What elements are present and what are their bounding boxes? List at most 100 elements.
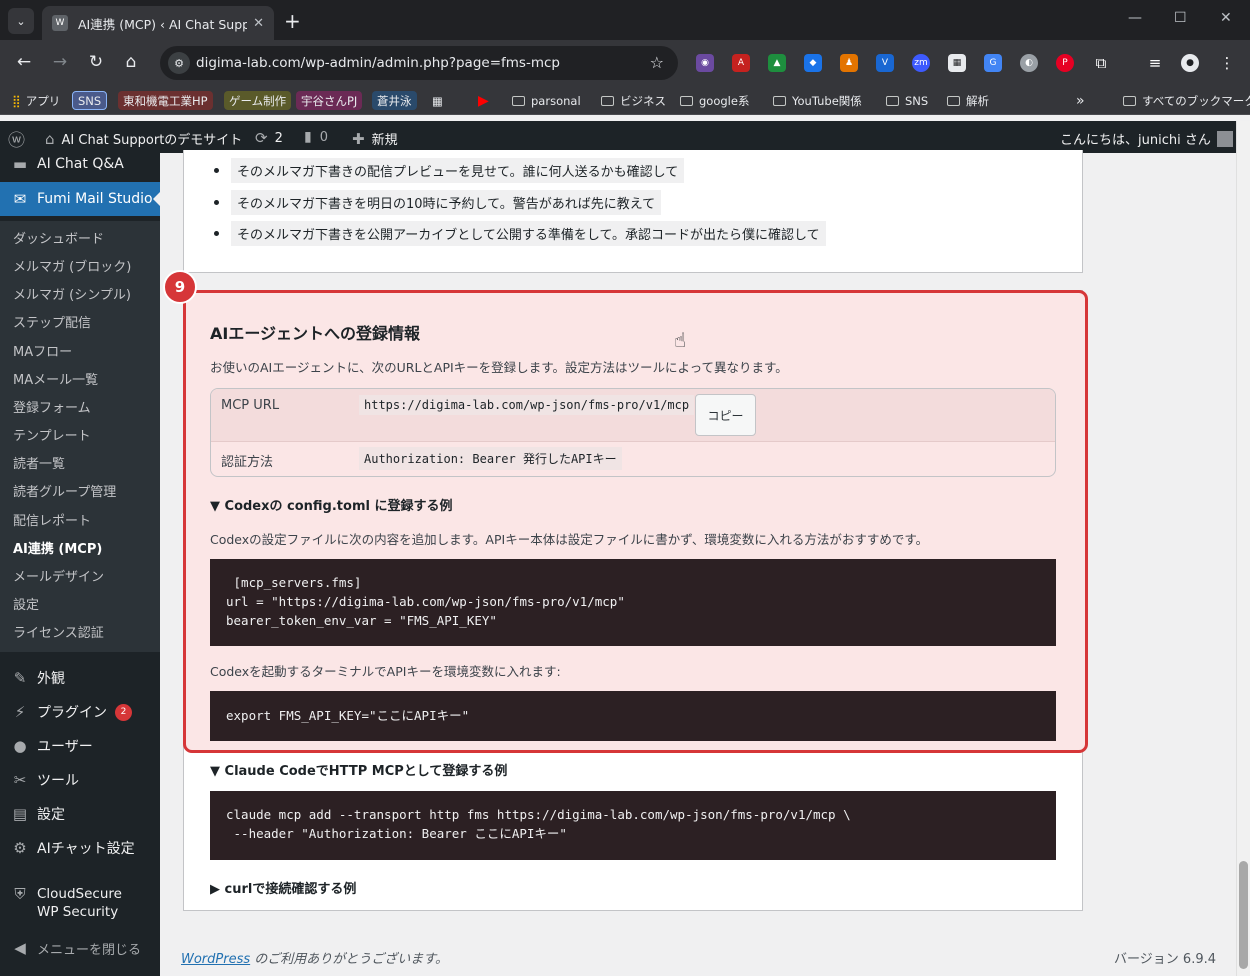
qr-extension-icon[interactable]: ▦ <box>948 54 966 72</box>
media-control-icon[interactable]: ≡ <box>1146 54 1164 72</box>
profile-avatar[interactable]: ● <box>1181 54 1199 72</box>
updates-count: 2 <box>274 130 283 146</box>
pdf-extension-icon[interactable]: A <box>732 54 750 72</box>
reload-icon[interactable]: ↻ <box>85 52 107 72</box>
bookmark-sns[interactable]: SNS <box>72 91 108 110</box>
account-menu[interactable]: こんにちは、junichi さん <box>1060 129 1233 148</box>
bookmark-folder[interactable]: parsonal <box>512 91 581 110</box>
sidebar-item-settings[interactable]: ▤ 設定 <box>0 797 160 831</box>
bookmark-utani[interactable]: 宇谷さんPJ <box>296 91 363 110</box>
collapse-menu-button[interactable]: ◀ メニューを閉じる <box>0 931 160 965</box>
youtube-icon[interactable]: ▶ <box>478 91 489 110</box>
minimize-icon[interactable]: — <box>1128 10 1142 26</box>
sidebar-item-tools[interactable]: ✂ ツール <box>0 763 160 797</box>
bookmark-aoi[interactable]: 蒼井泳 <box>372 91 417 110</box>
gear-icon: ⚙ <box>13 839 27 857</box>
submenu-signup-form[interactable]: 登録フォーム <box>13 397 91 416</box>
comments-link[interactable]: ▮ 0 <box>304 129 328 145</box>
wrench-icon: ✂ <box>13 771 27 789</box>
bookmark-folder[interactable]: 解析 <box>947 91 989 110</box>
tab-search-icon[interactable]: ⌄ <box>8 8 34 34</box>
submenu-mail-design[interactable]: メールデザイン <box>13 566 104 585</box>
sidebar-item-appearance[interactable]: ✎ 外観 <box>0 661 160 695</box>
mail-icon: ✉ <box>13 190 27 208</box>
site-name-link[interactable]: ⌂ AI Chat Supportのデモサイト <box>45 129 242 149</box>
all-bookmarks-folder[interactable]: すべてのブックマーク <box>1123 91 1250 110</box>
submenu-newsletter-simple[interactable]: メルマガ (シンプル) <box>13 284 131 303</box>
browser-tab-active[interactable]: W AI連携 (MCP) ‹ AI Chat Support のデモサイト ✕ <box>42 6 274 40</box>
codex-example-toggle[interactable]: ▼ Codexの config.toml に登録する例 <box>210 495 452 514</box>
extension-icon[interactable]: ◉ <box>696 54 714 72</box>
submenu-ma-mail-list[interactable]: MAメール一覧 <box>13 369 98 388</box>
address-url[interactable]: digima-lab.com/wp-admin/admin.php?page=f… <box>196 55 560 71</box>
bookmark-apps[interactable]: ⣿ アプリ <box>12 91 60 110</box>
submenu-templates[interactable]: テンプレート <box>13 425 91 444</box>
footer-version: バージョン 6.9.4 <box>1114 952 1216 967</box>
submenu-step-delivery[interactable]: ステップ配信 <box>13 312 91 331</box>
sidebar-item-cloudsecure[interactable]: ⛨ CloudSecure WP Security <box>0 879 160 923</box>
chrome-menu-icon[interactable]: ⋮ <box>1218 54 1236 72</box>
submenu-dashboard[interactable]: ダッシュボード <box>13 228 104 247</box>
sidebar-item-label: 外観 <box>37 671 65 687</box>
forward-icon[interactable]: → <box>49 52 71 72</box>
bookmark-star-icon[interactable]: ☆ <box>650 53 664 72</box>
submenu-delivery-report[interactable]: 配信レポート <box>13 510 91 529</box>
page-scrollbar[interactable] <box>1236 121 1250 976</box>
updates-link[interactable]: ⟳ 2 <box>255 129 283 147</box>
submenu-ai-mcp[interactable]: AI連携 (MCP) <box>13 538 102 557</box>
translate-extension-icon[interactable]: G <box>984 54 1002 72</box>
sidebar-item-label: ユーザー <box>37 739 93 755</box>
wordpress-link[interactable]: WordPress <box>181 952 250 967</box>
folder-icon <box>947 95 960 106</box>
folder-label: すべてのブックマーク <box>1142 93 1250 108</box>
folder-icon <box>1123 95 1136 106</box>
sidebar-item-users[interactable]: ● ユーザー <box>0 729 160 763</box>
drive-extension-icon[interactable]: ▲ <box>768 54 786 72</box>
submenu-newsletter-block[interactable]: メルマガ (ブロック) <box>13 256 131 275</box>
submenu-subscribers[interactable]: 読者一覧 <box>13 453 65 472</box>
copy-button[interactable]: コピー <box>695 394 756 436</box>
window-close-icon[interactable]: ✕ <box>1220 10 1232 26</box>
zm-extension-icon[interactable]: zm <box>912 54 930 72</box>
tag-extension-icon[interactable]: ◆ <box>804 54 822 72</box>
submenu-license[interactable]: ライセンス認証 <box>13 622 104 641</box>
bookmark-game[interactable]: ゲーム制作 <box>224 91 292 110</box>
tab-close-icon[interactable]: ✕ <box>253 16 264 31</box>
submenu-subscriber-groups[interactable]: 読者グループ管理 <box>13 481 116 500</box>
site-info-icon[interactable]: ⚙ <box>168 52 190 74</box>
v-extension-icon[interactable]: V <box>876 54 894 72</box>
home-icon[interactable]: ⌂ <box>120 52 142 72</box>
claude-command-code: claude mcp add --transport http fms http… <box>210 791 1056 860</box>
new-tab-icon[interactable]: + <box>284 9 301 33</box>
bookmark-folder[interactable]: google系 <box>680 91 749 110</box>
auth-method-value: Authorization: Bearer 発行したAPIキー <box>359 447 622 470</box>
pinterest-extension-icon[interactable]: P <box>1056 54 1074 72</box>
maximize-icon[interactable]: ☐ <box>1174 10 1187 26</box>
grid-icon[interactable]: ▦ <box>432 91 443 110</box>
bookmark-folder[interactable]: ビジネス <box>601 91 666 110</box>
footer-thanks: WordPress のご利用ありがとうございます。 <box>181 948 448 967</box>
more-bookmarks-chevron-icon[interactable]: » <box>1076 91 1085 110</box>
extensions-puzzle-icon[interactable]: ⧉ <box>1092 54 1110 72</box>
collapse-label: メニューを閉じる <box>37 942 142 958</box>
back-icon[interactable]: ← <box>13 52 35 72</box>
browser-tab-bar: ⌄ W AI連携 (MCP) ‹ AI Chat Support のデモサイト … <box>0 0 1250 40</box>
curl-example-toggle[interactable]: ▶ curlで接続確認する例 <box>210 878 356 897</box>
scrollbar-thumb[interactable] <box>1239 861 1248 969</box>
new-content-link[interactable]: ✚ 新規 <box>352 129 398 149</box>
extension-icon[interactable]: ◐ <box>1020 54 1038 72</box>
address-bar[interactable]: ⚙ digima-lab.com/wp-admin/admin.php?page… <box>160 46 678 80</box>
sidebar-item-ai-chat-qa[interactable]: ▬ AI Chat Q&A <box>0 147 160 181</box>
bookmark-folder[interactable]: SNS <box>886 91 928 110</box>
sidebar-item-ai-chat-settings[interactable]: ⚙ AIチャット設定 <box>0 831 160 865</box>
folder-icon <box>773 95 786 106</box>
submenu-ma-flow[interactable]: MAフロー <box>13 341 72 360</box>
submenu-settings[interactable]: 設定 <box>13 594 39 613</box>
sidebar-item-fumi-mail-studio[interactable]: ✉ Fumi Mail Studio <box>0 182 161 216</box>
codex-description: Codexの設定ファイルに次の内容を追加します。APIキー本体は設定ファイルに書… <box>210 532 929 547</box>
bookmark-towa[interactable]: 東和機電工業HP <box>118 91 213 110</box>
claude-example-toggle[interactable]: ▼ Claude CodeでHTTP MCPとして登録する例 <box>210 760 507 779</box>
extension-icon[interactable]: ♟ <box>840 54 858 72</box>
bookmark-folder[interactable]: YouTube関係 <box>773 91 862 110</box>
sidebar-item-plugins[interactable]: ⚡ プラグイン 2 <box>0 695 160 729</box>
